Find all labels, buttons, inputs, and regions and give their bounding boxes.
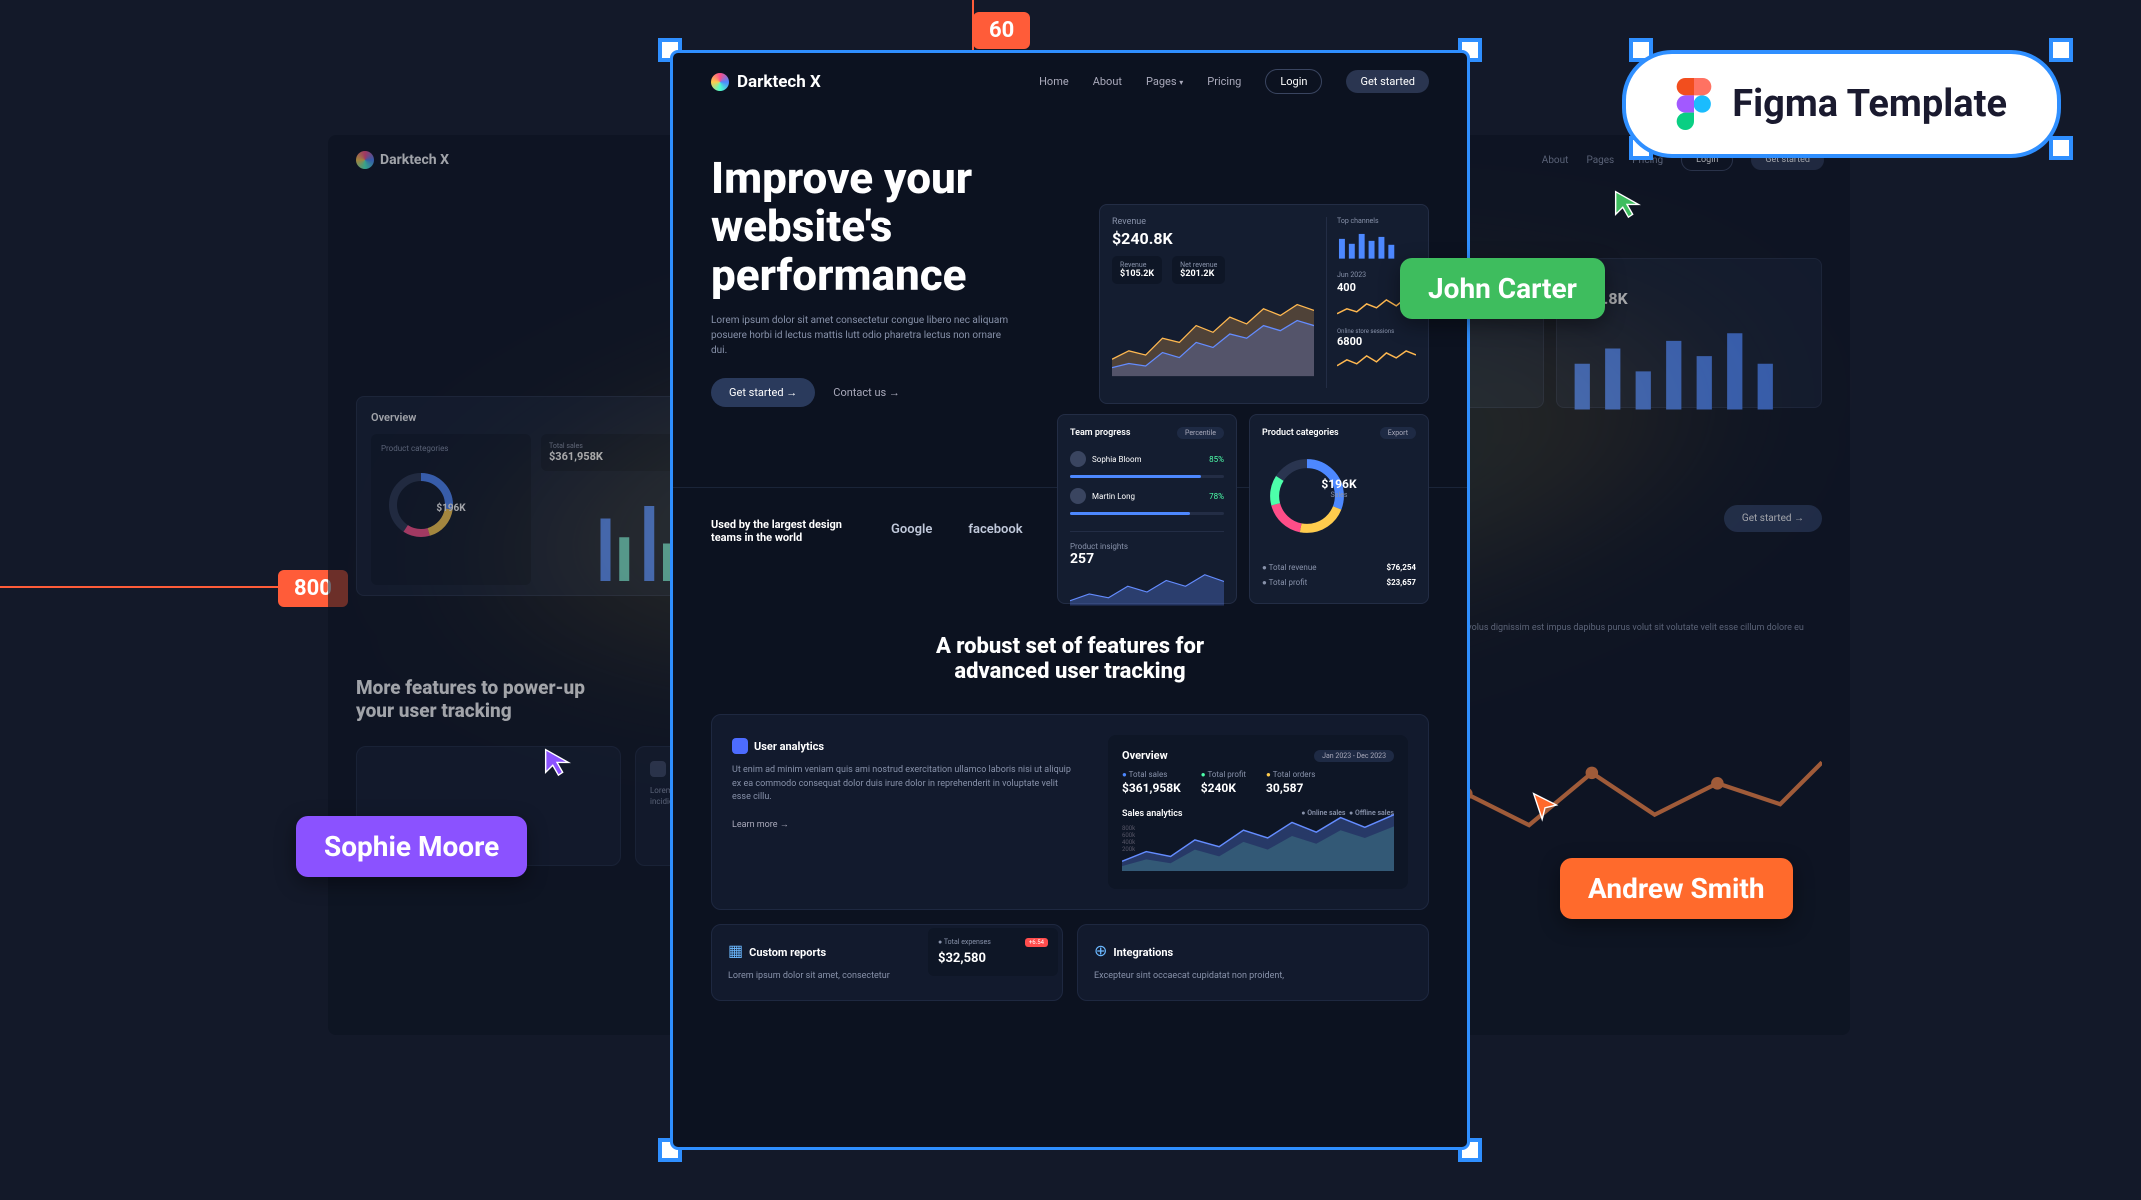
cursor-icon	[540, 744, 574, 778]
hero-subtitle: Lorem ipsum dolor sit amet consectetur c…	[711, 313, 1011, 358]
dimension-badge-top: 60	[973, 12, 1030, 49]
figma-template-button[interactable]: Figma Template	[1622, 50, 2061, 158]
nav-link-about[interactable]: About	[1093, 75, 1122, 88]
hero-section: Improve your website's performance Lorem…	[673, 104, 1467, 427]
cursor-label-john: John Carter	[1400, 258, 1605, 319]
logo-icon	[711, 73, 729, 91]
cursor-label-sophie: Sophie Moore	[296, 816, 527, 877]
figma-icon	[1676, 78, 1712, 130]
cta-get-started[interactable]: Get started →	[711, 378, 815, 407]
chevron-down-icon: ▾	[1179, 78, 1183, 87]
feature-card-analytics: User analytics Ut enim ad minim veniam q…	[711, 714, 1429, 910]
feature-icon	[650, 761, 666, 777]
get-started-button[interactable]: Get started	[1346, 70, 1429, 93]
avatar	[1070, 451, 1086, 467]
brand-text: Darktech X	[737, 72, 821, 92]
cursor-icon	[1528, 788, 1562, 822]
features-section: A robust set of features for advanced us…	[673, 574, 1467, 1061]
bar-mini-chart	[1337, 229, 1416, 259]
figma-button-label: Figma Template	[1732, 82, 2007, 126]
brand-text: Darktech X	[380, 152, 449, 168]
features-heading: More features to power-up your user trac…	[356, 676, 596, 722]
logo-icon	[356, 151, 374, 169]
logo: Darktech X	[356, 151, 449, 169]
login-button[interactable]: Login	[1265, 69, 1322, 94]
area-chart-icon	[1112, 284, 1314, 384]
selection-handle[interactable]	[2049, 38, 2073, 62]
bar-chart-icon	[1567, 318, 1811, 410]
hero-title: Improve your website's performance	[711, 154, 1031, 299]
features-heading: A robust set of features for advanced us…	[920, 634, 1220, 684]
nav-link[interactable]: Pages	[1586, 155, 1614, 166]
get-started-button[interactable]: Get started →	[1724, 505, 1822, 532]
selection-handle[interactable]	[2049, 136, 2073, 160]
avatar	[1070, 488, 1086, 504]
area-mini-chart	[1070, 567, 1224, 606]
nav-link-home[interactable]: Home	[1039, 75, 1069, 88]
sparkline-icon	[1337, 348, 1416, 373]
integrations-icon: ⊕	[1094, 941, 1107, 960]
nav-link-pages[interactable]: Pages ▾	[1146, 75, 1183, 88]
feature-card-integrations: ⊕Integrations Excepteur sint occaecat cu…	[1077, 924, 1429, 1001]
cursor-label-andrew: Andrew Smith	[1560, 858, 1793, 919]
nav-link-pricing[interactable]: Pricing	[1207, 75, 1241, 88]
artboard-center-selected[interactable]: Darktech X Home About Pages ▾ Pricing Lo…	[670, 50, 1470, 1150]
revenue-card: Revenue $240.8K Revenue $105.2K Net reve…	[1099, 204, 1429, 404]
cursor-icon	[1610, 186, 1644, 220]
pc-title: Product categories	[381, 444, 521, 453]
sales-area-chart	[1122, 803, 1394, 871]
header-nav: Darktech X Home About Pages ▾ Pricing Lo…	[673, 53, 1467, 104]
logo-google: Google	[891, 522, 932, 541]
logo[interactable]: Darktech X	[711, 72, 821, 92]
team-progress-card: Team progress Percentile Sophia Bloom 85…	[1057, 414, 1237, 604]
usedby-text: Used by the largest design teams in the …	[711, 518, 851, 544]
nav-link[interactable]: About	[1542, 155, 1569, 166]
logo-facebook: facebook	[968, 522, 1022, 541]
reports-icon: ▦	[728, 941, 743, 960]
product-categories-card: Product categories Export $196K Sales ● …	[1249, 414, 1429, 604]
cta-contact[interactable]: Contact us →	[833, 386, 900, 399]
learn-more-link[interactable]: Learn more →	[732, 819, 789, 830]
overview-panel: Overview Jan 2023 - Dec 2023 ● Total sal…	[1108, 735, 1408, 889]
analytics-icon	[732, 738, 748, 754]
feature-card-reports: ▦Custom reports Lorem ipsum dolor sit am…	[711, 924, 1063, 1001]
